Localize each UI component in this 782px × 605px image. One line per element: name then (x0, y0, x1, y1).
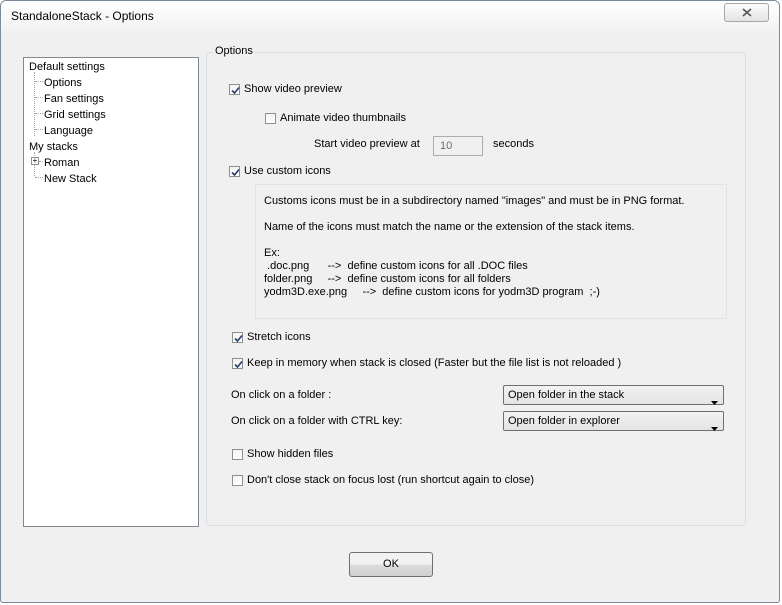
checkbox-checked-icon (232, 331, 243, 343)
info-line: Name of the icons must match the name or… (264, 221, 635, 233)
expand-icon[interactable]: + (31, 157, 39, 165)
click-folder-label: On click on a folder : (231, 389, 332, 401)
options-window: StandaloneStack - Options Default settin… (0, 0, 780, 603)
stretch-icons-label: Stretch icons (247, 331, 311, 343)
info-line: yodm3D.exe.png --> define custom icons f… (264, 286, 600, 298)
options-group: Options Show video preview Animate video… (206, 45, 746, 526)
seconds-label: seconds (493, 138, 534, 150)
info-line: Customs icons must be in a subdirectory … (264, 195, 685, 207)
tree-line (35, 177, 43, 178)
start-preview-input[interactable]: 10 (433, 136, 483, 156)
tree-item-new-stack[interactable]: New Stack (44, 172, 97, 186)
dropdown-arrow-icon (711, 419, 718, 437)
click-folder-value: Open folder in the stack (508, 389, 625, 401)
ok-button[interactable]: OK (349, 552, 433, 577)
title-bar[interactable]: StandaloneStack - Options (1, 1, 779, 31)
tree-line (35, 81, 43, 82)
dont-close-checkbox[interactable]: Don't close stack on focus lost (run sho… (232, 474, 534, 486)
tree-line (35, 97, 43, 98)
tree-item-language[interactable]: Language (44, 124, 93, 138)
show-video-preview-label: Show video preview (244, 83, 342, 95)
tree-item-roman[interactable]: Roman (44, 156, 79, 170)
keep-in-memory-label: Keep in memory when stack is closed (Fas… (247, 357, 622, 369)
dont-close-label: Don't close stack on focus lost (run sho… (247, 474, 535, 486)
tree-line (39, 161, 43, 162)
info-line: Ex: (264, 247, 280, 259)
checkbox-checked-icon (229, 165, 240, 177)
checkbox-unchecked-icon (265, 112, 276, 124)
click-folder-select[interactable]: Open folder in the stack (503, 385, 724, 405)
info-line: .doc.png --> define custom icons for all… (264, 260, 528, 272)
stretch-icons-checkbox[interactable]: Stretch icons (232, 331, 311, 343)
animate-thumbnails-label: Animate video thumbnails (280, 112, 406, 124)
use-custom-icons-label: Use custom icons (244, 165, 331, 177)
click-folder-ctrl-value: Open folder in explorer (508, 415, 620, 427)
tree-item-options[interactable]: Options (44, 76, 82, 90)
close-button[interactable] (724, 3, 769, 22)
dropdown-arrow-icon (711, 393, 718, 411)
animate-thumbnails-checkbox[interactable]: Animate video thumbnails (265, 112, 406, 124)
checkbox-checked-icon (232, 357, 243, 369)
checkbox-checked-icon (229, 83, 240, 95)
tree-item-default-settings[interactable]: Default settings (29, 60, 105, 74)
keep-in-memory-checkbox[interactable]: Keep in memory when stack is closed (Fas… (232, 357, 621, 369)
window-title: StandaloneStack - Options (11, 9, 154, 23)
show-video-preview-checkbox[interactable]: Show video preview (229, 83, 342, 95)
options-group-title: Options (213, 45, 255, 57)
click-folder-ctrl-label: On click on a folder with CTRL key: (231, 415, 403, 427)
use-custom-icons-checkbox[interactable]: Use custom icons (229, 165, 331, 177)
show-hidden-files-checkbox[interactable]: Show hidden files (232, 448, 333, 460)
dialog-client: Default settings Options Fan settings Gr… (9, 31, 771, 596)
click-folder-ctrl-select[interactable]: Open folder in explorer (503, 411, 724, 431)
custom-icons-info: Customs icons must be in a subdirectory … (255, 184, 727, 319)
tree-line (35, 129, 43, 130)
tree-item-my-stacks[interactable]: My stacks (29, 140, 78, 154)
settings-tree[interactable]: Default settings Options Fan settings Gr… (23, 57, 199, 527)
show-hidden-files-label: Show hidden files (247, 448, 334, 460)
checkbox-unchecked-icon (232, 448, 243, 460)
tree-item-grid-settings[interactable]: Grid settings (44, 108, 106, 122)
tree-item-fan-settings[interactable]: Fan settings (44, 92, 104, 106)
tree-line (35, 113, 43, 114)
checkbox-unchecked-icon (232, 474, 243, 486)
close-icon (741, 8, 752, 17)
info-line: folder.png --> define custom icons for a… (264, 273, 511, 285)
start-preview-label: Start video preview at (314, 138, 420, 150)
